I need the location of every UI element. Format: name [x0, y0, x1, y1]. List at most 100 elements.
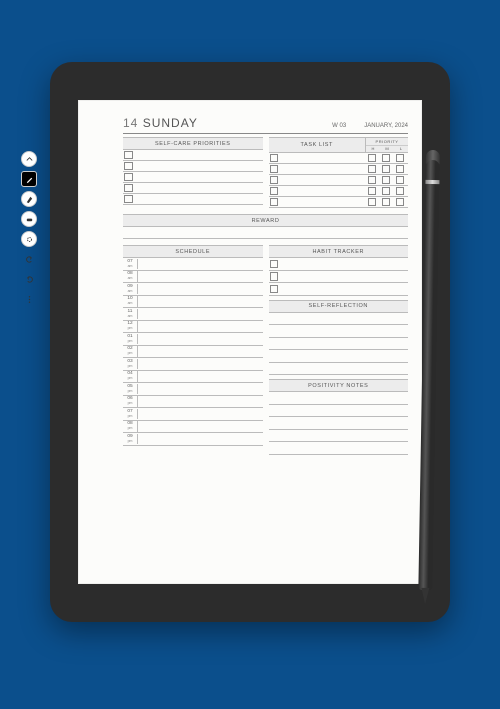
task-row[interactable]: [269, 175, 409, 186]
reflection-line[interactable]: [269, 313, 409, 326]
self-care-row[interactable]: [123, 172, 263, 183]
collapse-button[interactable]: [21, 151, 37, 167]
checkbox-icon[interactable]: [270, 272, 279, 281]
marker-tool[interactable]: [21, 191, 37, 207]
schedule-row[interactable]: 07am: [123, 258, 263, 271]
reflection-line[interactable]: [269, 363, 409, 376]
schedule-row[interactable]: 03pm: [123, 358, 263, 371]
time-label: 11am: [123, 309, 138, 319]
checkbox-icon[interactable]: [270, 198, 279, 207]
schedule-row[interactable]: 12pm: [123, 321, 263, 334]
task-list-section: TASK LIST PRIORITY H M L: [269, 137, 409, 208]
right-column: HABIT TRACKER SELF-REFLECTION POSITIVITY…: [269, 245, 409, 455]
month-label: JANUARY, 2024: [364, 123, 408, 129]
time-label: 08pm: [123, 421, 138, 431]
time-label: 09am: [123, 284, 138, 294]
schedule-row[interactable]: 04pm: [123, 371, 263, 384]
checkbox-icon[interactable]: [124, 173, 133, 182]
self-care-row[interactable]: [123, 194, 263, 205]
schedule-row[interactable]: 06pm: [123, 396, 263, 409]
task-row[interactable]: [269, 153, 409, 164]
priority-l-box[interactable]: [396, 165, 404, 173]
schedule-row[interactable]: 09pm: [123, 433, 263, 446]
page-header: 14 SUNDAY W 03 JANUARY, 2024: [123, 116, 408, 130]
priority-m: M: [380, 146, 394, 153]
time-label: 03pm: [123, 359, 138, 369]
priority-m-box[interactable]: [382, 198, 390, 206]
priority-m-box[interactable]: [382, 165, 390, 173]
priority-boxes: [364, 154, 408, 162]
schedule-row[interactable]: 08am: [123, 271, 263, 284]
habit-row[interactable]: [269, 283, 409, 296]
priority-l-box[interactable]: [396, 176, 404, 184]
positivity-line[interactable]: [269, 417, 409, 430]
task-row[interactable]: [269, 164, 409, 175]
checkbox-icon[interactable]: [124, 195, 133, 204]
self-care-row[interactable]: [123, 150, 263, 161]
checkbox-icon[interactable]: [270, 165, 279, 174]
reward-line[interactable]: [123, 227, 408, 239]
schedule-row[interactable]: 07pm: [123, 408, 263, 421]
priority-h-box[interactable]: [368, 198, 376, 206]
habit-row[interactable]: [269, 258, 409, 271]
schedule-row[interactable]: 09am: [123, 283, 263, 296]
select-tool[interactable]: [21, 231, 37, 247]
checkbox-icon[interactable]: [270, 154, 279, 163]
reflection-line[interactable]: [269, 350, 409, 363]
time-label: 05pm: [123, 384, 138, 394]
checkbox-icon[interactable]: [270, 285, 279, 294]
checkbox-icon[interactable]: [124, 151, 133, 160]
planner-page: 14 SUNDAY W 03 JANUARY, 2024 SELF-CARE P…: [123, 116, 408, 570]
priority-boxes: [364, 176, 408, 184]
self-care-header: SELF-CARE PRIORITIES: [123, 137, 263, 150]
positivity-line[interactable]: [269, 405, 409, 418]
priority-m-box[interactable]: [382, 154, 390, 162]
header-rule: [123, 133, 408, 134]
priority-h-box[interactable]: [368, 187, 376, 195]
priority-h-box[interactable]: [368, 176, 376, 184]
priority-l-box[interactable]: [396, 187, 404, 195]
checkbox-icon[interactable]: [270, 187, 279, 196]
self-care-section: SELF-CARE PRIORITIES: [123, 137, 263, 208]
priority-m-box[interactable]: [382, 176, 390, 184]
checkbox-icon[interactable]: [270, 176, 279, 185]
schedule-row[interactable]: 08pm: [123, 421, 263, 434]
positivity-line[interactable]: [269, 392, 409, 405]
schedule-row[interactable]: 10am: [123, 296, 263, 309]
task-list-header: TASK LIST PRIORITY H M L: [269, 137, 409, 153]
time-label: 04pm: [123, 371, 138, 381]
priority-h: H: [366, 146, 380, 153]
priority-l-box[interactable]: [396, 198, 404, 206]
reflection-line[interactable]: [269, 338, 409, 351]
pen-tool[interactable]: [21, 171, 37, 187]
reflection-line[interactable]: [269, 325, 409, 338]
more-button[interactable]: [21, 291, 37, 307]
schedule-row[interactable]: 02pm: [123, 346, 263, 359]
checkbox-icon[interactable]: [124, 162, 133, 171]
checkbox-icon[interactable]: [270, 260, 279, 269]
self-care-row[interactable]: [123, 183, 263, 194]
habit-row[interactable]: [269, 271, 409, 284]
positivity-header: POSITIVITY NOTES: [269, 379, 409, 392]
date-title: 14 SUNDAY: [123, 116, 198, 130]
positivity-line[interactable]: [269, 442, 409, 455]
schedule-row[interactable]: 01pm: [123, 333, 263, 346]
self-reflection-header: SELF-REFLECTION: [269, 300, 409, 313]
priority-h-box[interactable]: [368, 165, 376, 173]
undo-button[interactable]: [21, 251, 37, 267]
positivity-line[interactable]: [269, 430, 409, 443]
priority-l-box[interactable]: [396, 154, 404, 162]
task-row[interactable]: [269, 197, 409, 208]
redo-button[interactable]: [21, 271, 37, 287]
time-label: 07pm: [123, 409, 138, 419]
tablet-frame: 14 SUNDAY W 03 JANUARY, 2024 SELF-CARE P…: [50, 62, 450, 622]
task-row[interactable]: [269, 186, 409, 197]
priority-m-box[interactable]: [382, 187, 390, 195]
day-name: SUNDAY: [143, 116, 198, 130]
schedule-row[interactable]: 05pm: [123, 383, 263, 396]
self-care-row[interactable]: [123, 161, 263, 172]
schedule-row[interactable]: 11am: [123, 308, 263, 321]
checkbox-icon[interactable]: [124, 184, 133, 193]
eraser-tool[interactable]: [21, 211, 37, 227]
priority-h-box[interactable]: [368, 154, 376, 162]
